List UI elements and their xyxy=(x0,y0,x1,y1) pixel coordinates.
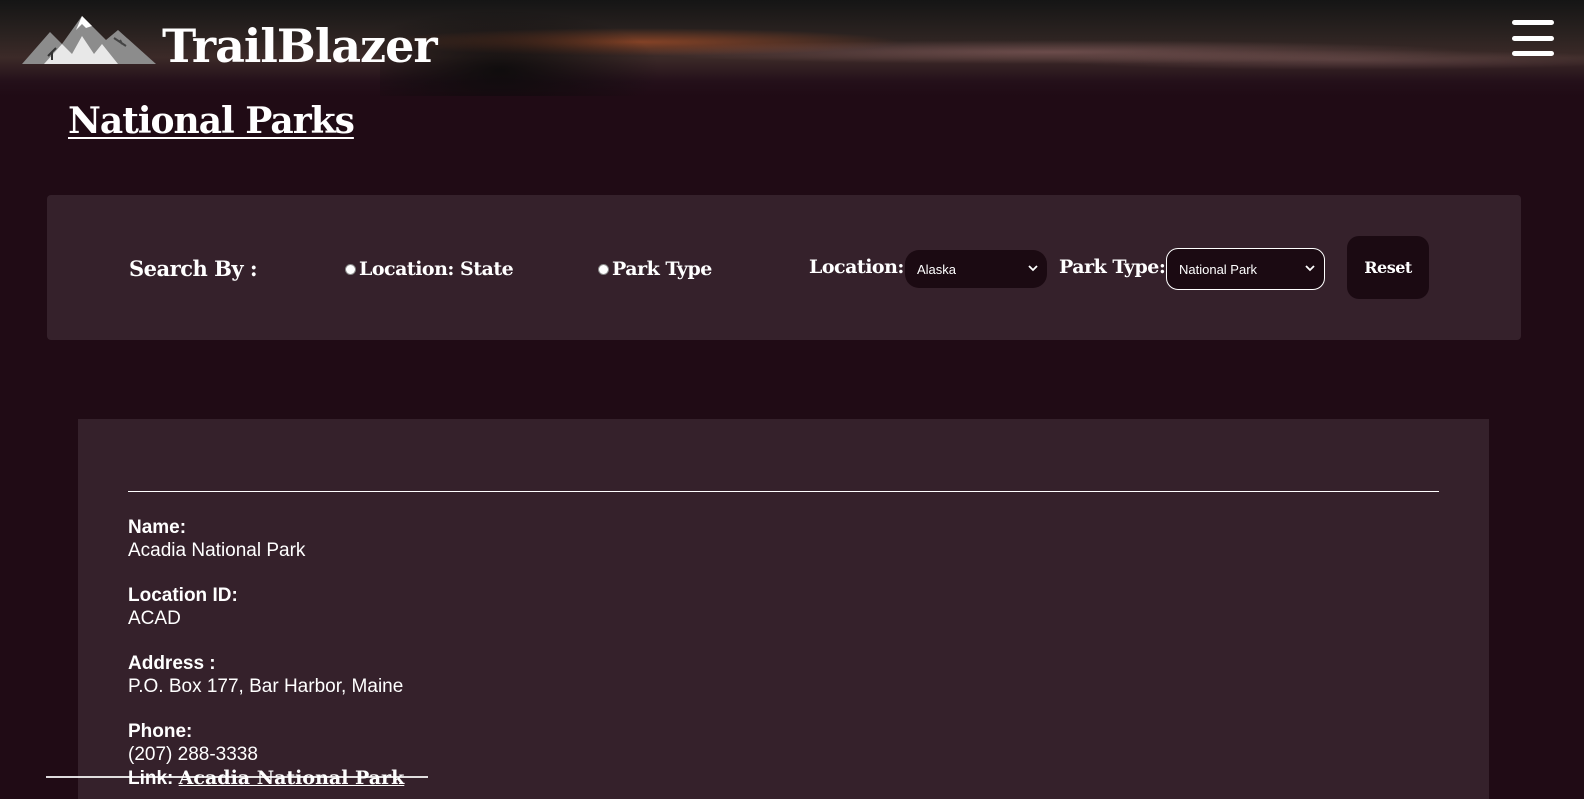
location-select[interactable]: Alaska xyxy=(905,250,1047,288)
field-label: Address : xyxy=(128,653,216,674)
chevron-down-icon xyxy=(1305,265,1315,272)
field-label: Location ID: xyxy=(128,585,238,606)
field-value: P.O. Box 177, Bar Harbor, Maine xyxy=(128,676,404,697)
park-result-card: Name: Acadia National Park Location ID: … xyxy=(78,419,1489,799)
park-type-select-value: National Park xyxy=(1179,261,1258,277)
reset-button[interactable]: Reset xyxy=(1347,236,1429,299)
hamburger-bar xyxy=(1512,35,1554,41)
field-label: Name: xyxy=(128,517,187,538)
radio-park-type[interactable]: Park Type xyxy=(598,255,712,283)
location-id-field: Location ID: ACAD xyxy=(128,584,238,630)
search-panel: Search By : Location: State Park Type Lo… xyxy=(47,195,1521,340)
park-type-select[interactable]: National Park xyxy=(1166,248,1325,290)
divider xyxy=(128,491,1439,492)
mountain-logo-icon[interactable] xyxy=(22,14,156,66)
horizontal-scrollbar[interactable] xyxy=(46,776,428,778)
page-title: National Parks xyxy=(68,100,355,142)
field-value: ACAD xyxy=(128,608,181,629)
search-by-label: Search By : xyxy=(129,256,258,281)
site-header: TrailBlazer xyxy=(0,0,1584,96)
link-prefix: Link: xyxy=(128,768,174,789)
address-field: Address : P.O. Box 177, Bar Harbor, Main… xyxy=(128,652,403,698)
radio-location-state-label: Location: State xyxy=(359,258,514,280)
radio-button[interactable] xyxy=(598,263,609,275)
brand-name[interactable]: TrailBlazer xyxy=(162,14,438,78)
hamburger-bar xyxy=(1512,51,1554,56)
radio-location-state[interactable]: Location: State xyxy=(345,255,514,283)
location-label: Location: xyxy=(809,256,904,278)
hamburger-bar xyxy=(1512,20,1554,25)
phone-field: Phone: (207) 288-3338 xyxy=(128,720,258,766)
hamburger-menu-icon[interactable] xyxy=(1512,20,1554,56)
radio-park-type-label: Park Type xyxy=(612,258,712,280)
field-label: Phone: xyxy=(128,721,193,742)
location-select-value: Alaska xyxy=(917,261,957,277)
park-type-label: Park Type: xyxy=(1059,256,1166,278)
chevron-down-icon xyxy=(1028,265,1038,272)
field-value: (207) 288-3338 xyxy=(128,744,258,765)
field-value: Acadia National Park xyxy=(128,540,306,561)
park-name-field: Name: Acadia National Park xyxy=(128,516,305,562)
radio-button[interactable] xyxy=(345,263,356,275)
park-link[interactable]: Acadia National Park xyxy=(179,767,405,789)
